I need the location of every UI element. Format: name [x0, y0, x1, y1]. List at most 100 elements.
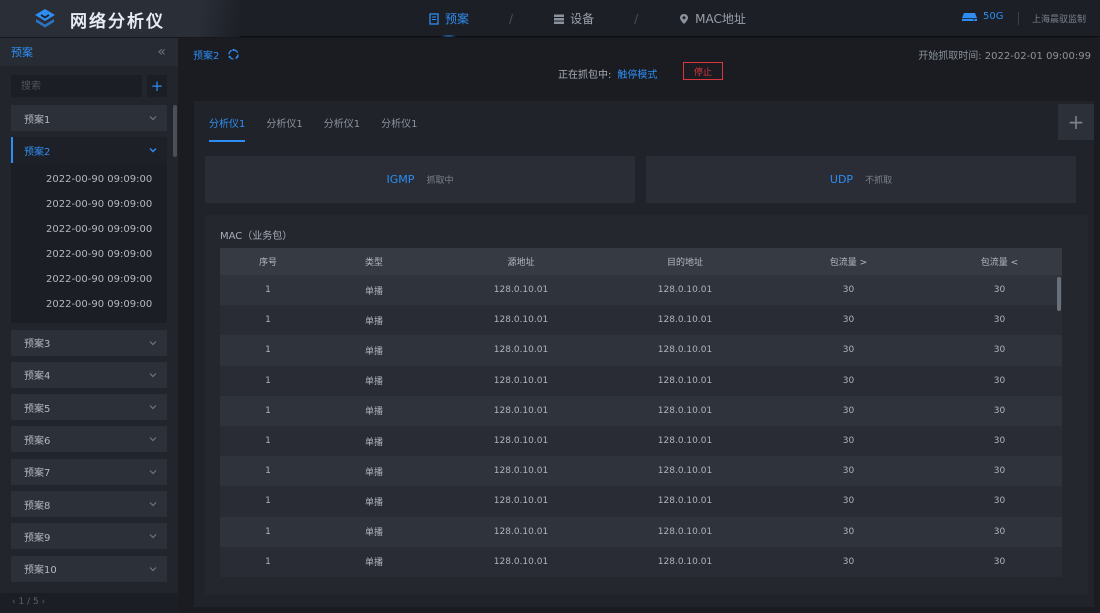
stop-button[interactable]: 停止	[683, 62, 723, 80]
record-item[interactable]: 2022-00-90 09:09:00	[11, 192, 167, 217]
table-cell: 1	[265, 315, 271, 326]
protocol-card-udp[interactable]: UDP 不抓取	[646, 156, 1076, 203]
column-header[interactable]: 源地址	[432, 255, 610, 268]
add-tab-button[interactable]: +	[1058, 104, 1094, 140]
column-header[interactable]: 序号	[220, 255, 316, 268]
analyzer-tabs: 分析仪1 分析仪1 分析仪1 分析仪1	[209, 115, 439, 142]
protocol-state: 抓取中	[426, 176, 454, 186]
sidebar-item-plan-2[interactable]: 预案2	[11, 137, 167, 164]
sidebar-item-plan-4[interactable]: 预案4	[11, 361, 167, 388]
table-cell: 30	[842, 526, 855, 537]
chevron-down-icon	[149, 116, 157, 121]
tab-analyzer-4[interactable]: 分析仪1	[381, 115, 417, 142]
header-divider	[1018, 12, 1019, 25]
table-cell: 30	[842, 315, 855, 326]
table-row[interactable]: 1 单播 128.0.10.01 128.0.10.01 30 30	[220, 425, 1062, 457]
table-cell: 128.0.10.01	[657, 466, 713, 477]
table-cell: 128.0.10.01	[657, 496, 713, 507]
table-cell: 1	[265, 375, 271, 386]
nav-item-devices[interactable]: 设备	[553, 0, 594, 37]
sidebar-item-plan-1[interactable]: 预案1	[11, 105, 167, 131]
table-cell: 128.0.10.01	[657, 375, 713, 386]
table-cell: 128.0.10.01	[657, 405, 713, 416]
table-row[interactable]: 1 单播 128.0.10.01 128.0.10.01 30 30	[220, 516, 1062, 547]
table-row[interactable]: 1 单播 128.0.10.01 128.0.10.01 30 30	[220, 305, 1062, 336]
table-scrollbar[interactable]	[1057, 277, 1061, 311]
protocol-card-igmp[interactable]: IGMP 抓取中	[205, 156, 635, 203]
table-row[interactable]: 1 单播 128.0.10.01 128.0.10.01 30 30	[220, 395, 1062, 426]
column-header[interactable]: 目的地址	[610, 255, 760, 268]
tab-analyzer-1[interactable]: 分析仪1	[209, 115, 246, 142]
column-header[interactable]: 包流量 <	[937, 255, 1062, 268]
nav-item-mac-address[interactable]: MAC地址	[678, 0, 746, 37]
table-row[interactable]: 1 单播 128.0.10.01 128.0.10.01 30 30	[220, 486, 1062, 517]
table-cell: 1	[265, 466, 271, 477]
record-item[interactable]: 2022-00-90 09:09:00	[11, 292, 167, 317]
table-cell: 1	[265, 436, 271, 447]
sidebar-item-plan-9[interactable]: 预案9	[11, 523, 167, 550]
record-item[interactable]: 2022-00-90 09:09:00	[11, 267, 167, 292]
table-title: MAC（业务包）	[220, 231, 293, 242]
record-item[interactable]: 2022-00-90 09:09:00	[11, 167, 167, 192]
table-cell: 30	[993, 315, 1006, 326]
refresh-icon[interactable]	[227, 48, 240, 61]
column-header[interactable]: 类型	[316, 255, 432, 268]
chevron-down-icon	[149, 340, 157, 345]
sidebar-item-label: 预案9	[24, 532, 51, 544]
protocol-name: IGMP	[386, 173, 415, 186]
sidebar-item-plan-3[interactable]: 预案3	[11, 329, 167, 356]
table-cell: 128.0.10.01	[493, 375, 549, 386]
search-input[interactable]	[11, 75, 142, 97]
record-item[interactable]: 2022-00-90 09:09:00	[11, 217, 167, 242]
table-cell: 单播	[364, 528, 383, 539]
sidebar-item-plan-6[interactable]: 预案6	[11, 426, 167, 453]
table-row[interactable]: 1 单播 128.0.10.01 128.0.10.01 30 30	[220, 456, 1062, 487]
table-cell: 128.0.10.01	[493, 315, 549, 326]
table-cell: 128.0.10.01	[657, 315, 713, 326]
sidebar-item-label: 预案8	[24, 500, 51, 512]
table-cell: 128.0.10.01	[493, 436, 549, 447]
storage-indicator: 50G	[962, 11, 1003, 22]
app-logo-icon	[35, 9, 55, 28]
sidebar: 预案 « + 预案1 预案2 2022-00-90 09:09:00 2022-…	[0, 38, 178, 613]
table-cell: 单播	[364, 286, 383, 297]
table-row[interactable]: 1 单播 128.0.10.01 128.0.10.01 30 30	[220, 546, 1062, 577]
main-nav: 预案 / 设备 / MAC地址	[428, 0, 746, 37]
collapse-icon[interactable]: «	[157, 44, 166, 60]
table-row[interactable]: 1 单播 128.0.10.01 128.0.10.01 30 30	[220, 275, 1062, 306]
sidebar-pager[interactable]: ‹ 1 / 5 ›	[0, 593, 178, 613]
sidebar-item-plan-5[interactable]: 预案5	[11, 394, 167, 421]
start-time: 开始抓取时间: 2022-02-01 09:00:99	[918, 51, 1091, 62]
table-cell: 30	[993, 345, 1006, 356]
breadcrumb-current: 预案2	[193, 51, 220, 62]
table-cell: 30	[842, 556, 855, 567]
chevron-down-icon	[149, 502, 157, 507]
column-header[interactable]: 包流量 >	[760, 255, 937, 268]
tab-analyzer-2[interactable]: 分析仪1	[266, 115, 302, 142]
table-cell: 128.0.10.01	[493, 526, 549, 537]
sidebar-item-plan-8[interactable]: 预案8	[11, 491, 167, 518]
sidebar-item-plan-7[interactable]: 预案7	[11, 458, 167, 485]
table-cell: 30	[842, 375, 855, 386]
record-item[interactable]: 2022-00-90 09:09:00	[11, 242, 167, 267]
chevron-down-icon	[149, 534, 157, 539]
capture-status: 正在抓包中: 触停模式	[558, 66, 657, 81]
sidebar-scrollbar[interactable]	[173, 105, 177, 157]
table-row[interactable]: 1 单播 128.0.10.01 128.0.10.01 30 30	[220, 365, 1062, 396]
add-plan-button[interactable]: +	[147, 75, 167, 97]
chevron-down-icon	[149, 437, 157, 442]
capture-mode: 触停模式	[617, 70, 658, 81]
table-cell: 30	[993, 526, 1006, 537]
table-cell: 1	[265, 285, 271, 296]
sidebar-item-plan-10[interactable]: 预案10	[11, 555, 167, 582]
storage-value: 50G	[983, 11, 1004, 22]
table-row[interactable]: 1 单播 128.0.10.01 128.0.10.01 30 30	[220, 335, 1062, 366]
disk-icon	[962, 12, 977, 21]
table-cell: 30	[993, 466, 1006, 477]
table-cell: 30	[993, 285, 1006, 296]
nav-separator: /	[509, 11, 514, 26]
plan-2-records: 2022-00-90 09:09:00 2022-00-90 09:09:00 …	[11, 163, 167, 324]
nav-item-label: 设备	[570, 12, 595, 26]
tab-analyzer-3[interactable]: 分析仪1	[324, 115, 360, 142]
nav-item-plans[interactable]: 预案	[428, 0, 469, 37]
